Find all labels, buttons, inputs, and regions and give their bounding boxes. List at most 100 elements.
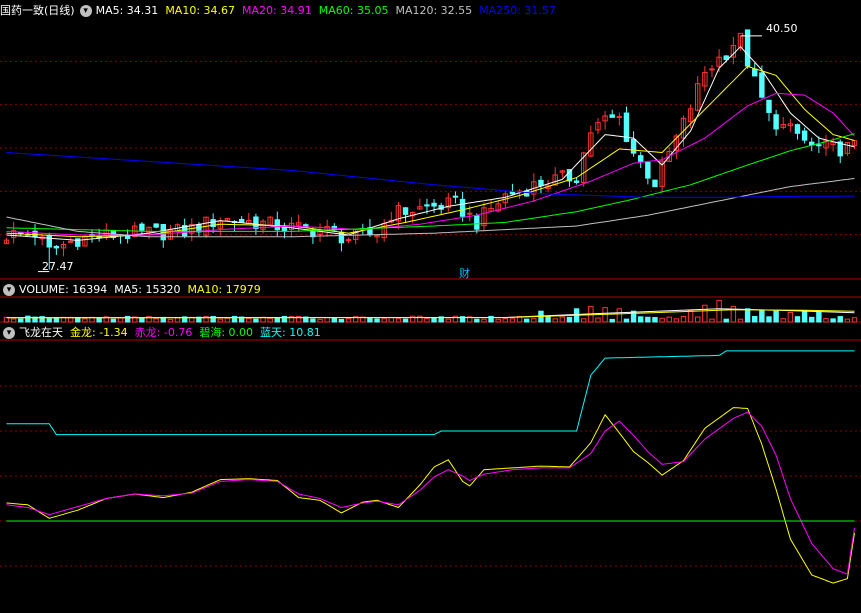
chevron-down-icon[interactable]: ▾ [79, 5, 92, 17]
volume-bar [609, 318, 615, 323]
volume-bar [217, 318, 223, 323]
candle-body [801, 130, 808, 141]
ma-legend-item-1: MA10: 34.67 [165, 4, 236, 17]
finance-marker[interactable]: 财 [459, 266, 470, 280]
indicator-line-赤龙 [6, 411, 855, 575]
volume-bar [616, 308, 623, 323]
volume-bar [46, 318, 52, 323]
volume-ma-legend-item-0: MA5: 15320 [114, 283, 181, 296]
volume-bar [167, 318, 174, 323]
volume-bar [53, 317, 60, 323]
indicator-line-金龙 [6, 407, 855, 584]
ma-line-ma20 [6, 92, 855, 236]
volume-bar [345, 318, 352, 323]
volume-ma-legend: MA5: 15320 MA10: 17979 [114, 283, 267, 296]
volume-bar [317, 318, 323, 323]
indicator-panel-header: ▾ 飞龙在天 金龙: -1.34 赤龙: -0.76 碧海: 0.00 蓝天: 10.81 [0, 324, 328, 341]
candle-body [609, 114, 615, 118]
candle-body [53, 245, 60, 249]
volume-bar [274, 317, 280, 323]
volume-bar [766, 316, 772, 323]
volume-bar [837, 316, 843, 323]
chevron-down-icon[interactable]: ▾ [3, 284, 15, 296]
volume-bar [752, 316, 758, 323]
volume-bar [566, 316, 573, 323]
volume-bar [338, 318, 345, 323]
volume-bar [595, 317, 601, 323]
candle-body [274, 219, 280, 231]
volume-bar [367, 317, 373, 323]
ma-legend-item-4: MA120: 32.55 [395, 4, 473, 17]
volume-bar [381, 318, 387, 323]
stock-chart[interactable]: 40.50 27.47 财 [0, 0, 861, 613]
volume-bar [10, 318, 17, 323]
volume-bar [716, 299, 722, 323]
volume-bar [75, 317, 81, 323]
volume-bar [687, 310, 694, 323]
candle-body [630, 138, 637, 154]
ma-line-ma120 [6, 178, 855, 238]
volume-bar [709, 318, 715, 323]
volume-bar [224, 317, 231, 323]
volume-bar [395, 318, 402, 323]
volume-bar [737, 318, 744, 323]
volume-bar [723, 318, 729, 323]
volume-bar [18, 318, 24, 323]
candle-body [253, 216, 259, 230]
volume-bar [645, 316, 651, 323]
candle-body [452, 195, 459, 198]
volume-bar [25, 315, 31, 323]
volume-bar [96, 317, 102, 323]
main-ma-legend: MA5: 34.31 MA10: 34.67 MA20: 34.91 MA60: 35… [96, 4, 563, 17]
volume-bar [744, 308, 751, 323]
volume-bar [267, 317, 273, 323]
high-price-label: 40.50 [766, 22, 798, 35]
volume-bar [659, 317, 665, 323]
volume-bar [110, 318, 117, 323]
candle-body [474, 215, 480, 230]
main-panel-grid [0, 60, 861, 236]
volume-bar [801, 310, 808, 323]
candle-body [67, 240, 74, 243]
candle-body [46, 235, 52, 248]
volume-bar [851, 317, 858, 323]
volume-bar [523, 318, 530, 323]
indicator-legend: 金龙: -1.34 赤龙: -0.76 碧海: 0.00 蓝天: 10.81 [70, 326, 328, 339]
volume-bar [82, 318, 88, 323]
indicator-title: 飞龙在天 [19, 326, 63, 339]
ma-legend-item-3: MA60: 35.05 [318, 4, 389, 17]
main-panel-header: 国药一致(日线) ▾ MA5: 34.31 MA10: 34.67 MA20: 34.9… [0, 2, 563, 19]
volume-bar [816, 311, 822, 323]
ma-line-ma250 [6, 152, 855, 198]
volume-bar [374, 318, 380, 323]
volume-bar [794, 316, 801, 323]
indicator-legend-item-0: 金龙: -1.34 [70, 326, 128, 339]
main-price-panel[interactable] [3, 29, 858, 273]
candle-body [773, 114, 779, 130]
volume-panel-header: ▾ VOLUME: 16394 MA5: 15320 MA10: 17979 [0, 281, 268, 298]
candle-body [638, 155, 644, 162]
volume-bar [402, 318, 409, 323]
volume-bar [844, 318, 851, 323]
volume-bar [780, 318, 786, 323]
indicator-legend-item-1: 赤龙: -0.76 [134, 326, 193, 339]
volume-bar [673, 318, 680, 323]
candle-body [794, 124, 801, 134]
volume-bar [310, 318, 316, 323]
candle-body [766, 99, 772, 113]
candle-body [402, 207, 409, 215]
candle-body [345, 239, 352, 242]
candle-body [816, 144, 822, 147]
low-price-label: 27.47 [42, 260, 74, 273]
volume-bar [809, 316, 815, 323]
volume-bar [388, 317, 395, 323]
candle-body [616, 116, 623, 119]
volume-bar [246, 318, 252, 323]
volume-bar [638, 316, 644, 323]
volume-bar [531, 318, 537, 323]
chevron-down-icon[interactable]: ▾ [3, 327, 15, 339]
volume-title: VOLUME: 16394 [19, 283, 108, 296]
volume-bar [509, 318, 516, 323]
volume-bar [623, 318, 630, 323]
volume-panel[interactable] [3, 299, 858, 323]
